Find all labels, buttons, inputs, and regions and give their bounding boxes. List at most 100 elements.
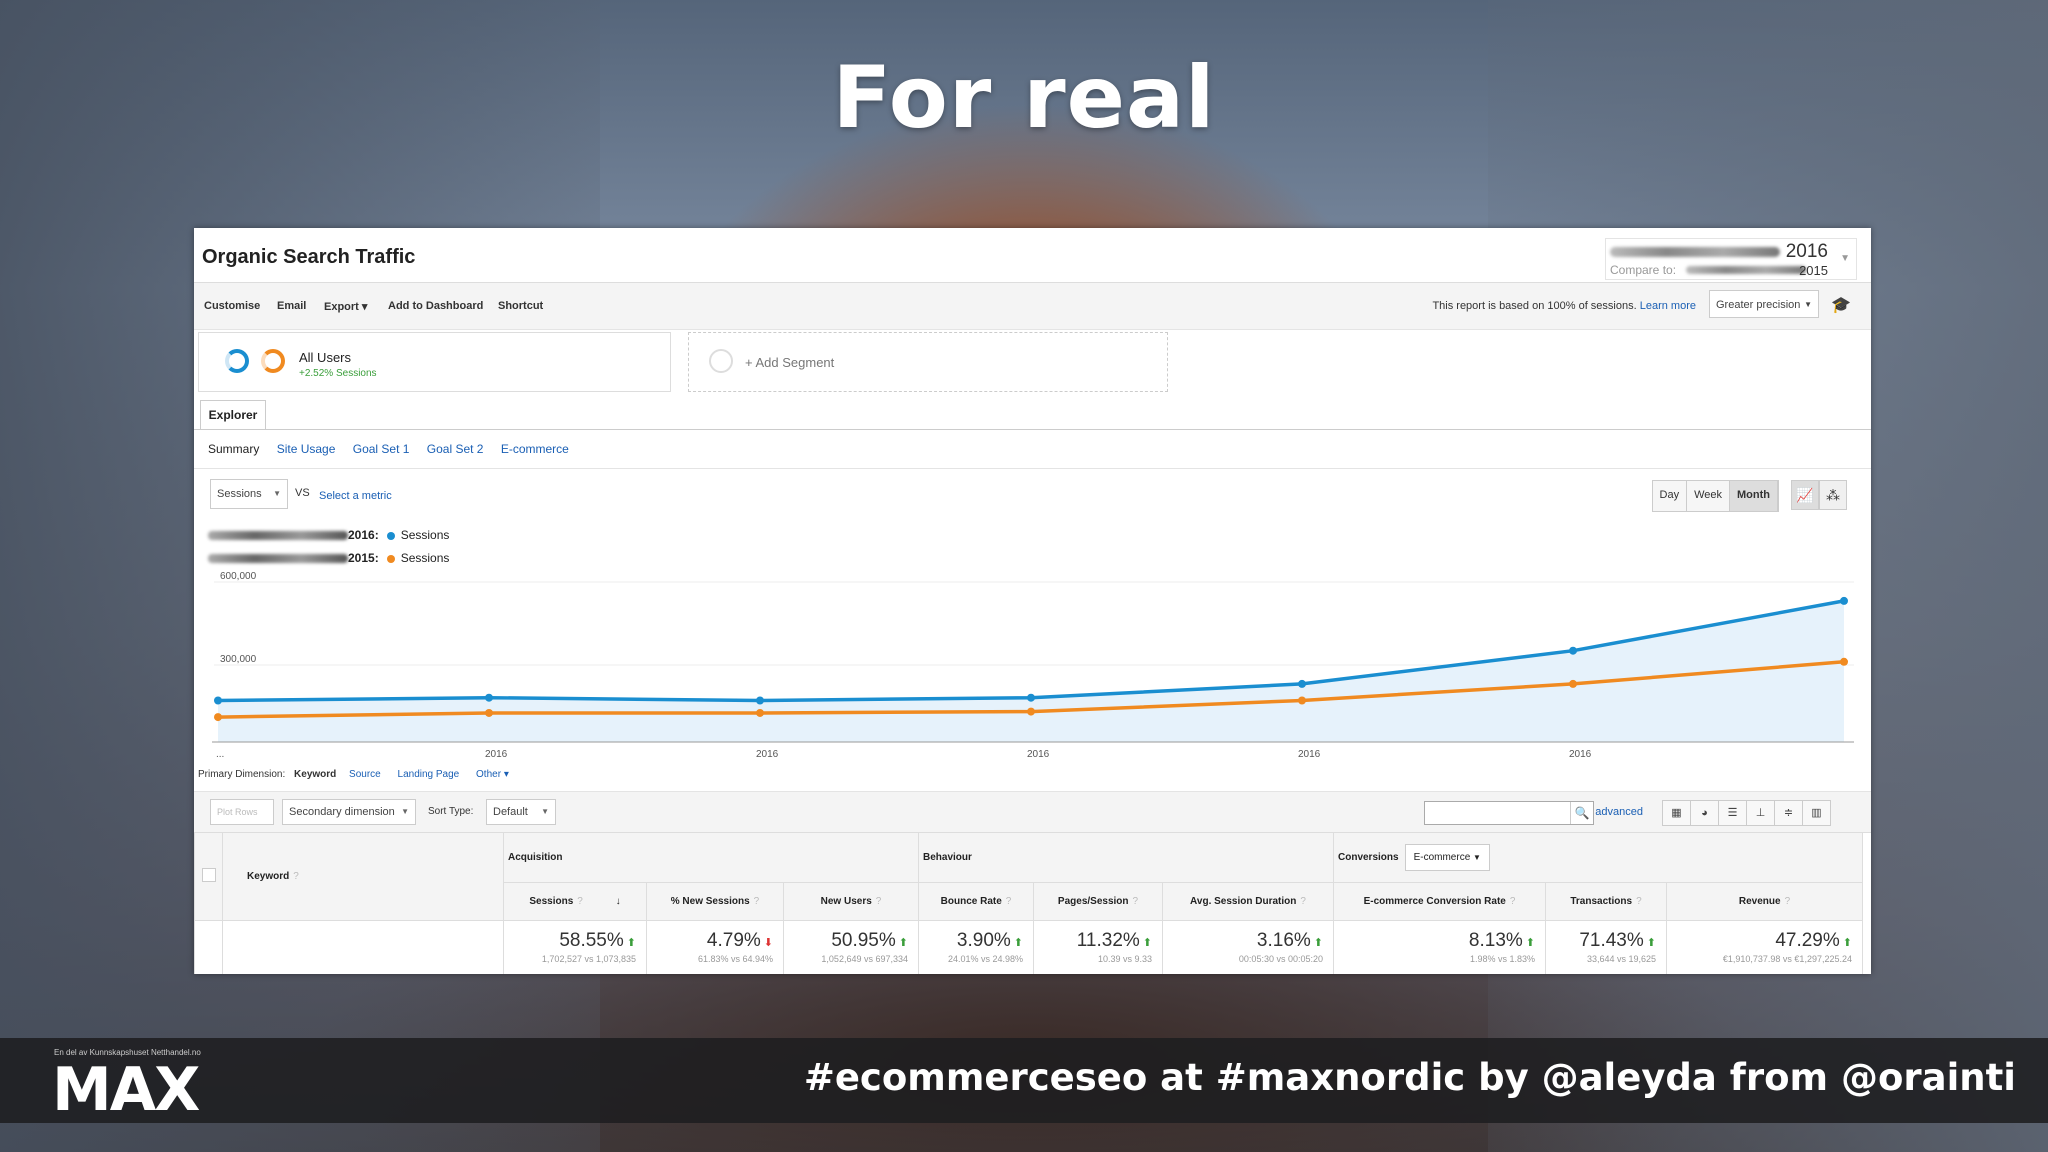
email-button[interactable]: Email (277, 300, 306, 312)
month-button[interactable]: Month (1730, 481, 1778, 511)
learn-more-link[interactable]: Learn more (1640, 300, 1696, 312)
table-search-input[interactable]: 🔍 (1424, 801, 1594, 825)
column-label: Bounce Rate (940, 896, 1002, 907)
plot-rows-button[interactable]: Plot Rows (210, 799, 274, 825)
help-icon[interactable]: ? (754, 896, 760, 907)
secondary-dimension-select[interactable]: Secondary dimension ▼ (282, 799, 416, 825)
search-icon[interactable]: 🔍 (1570, 802, 1593, 824)
comparison-view-icon[interactable]: ⊥ (1747, 801, 1775, 825)
metric-value: 8.13% (1468, 930, 1523, 951)
redacted-date (1610, 247, 1780, 257)
pie-view-icon[interactable]: ◕ (1691, 801, 1719, 825)
transactions-column-header[interactable]: Transactions? (1545, 882, 1667, 921)
legend-dot (386, 531, 395, 540)
help-icon[interactable]: ? (1006, 896, 1012, 907)
ecommerce-conversion-rate-column-header[interactable]: E-commerce Conversion Rate? (1333, 882, 1546, 921)
sessions-value: 58.55% ⬆ 1,702,527 vs 1,073,835 (503, 920, 647, 974)
subtab-goal-set-1[interactable]: Goal Set 1 (353, 442, 410, 456)
new-sessions-column-header[interactable]: % New Sessions? (646, 882, 784, 921)
help-icon[interactable]: ? (293, 871, 299, 882)
add-segment-label: + Add Segment (745, 355, 835, 370)
term-cloud-icon[interactable]: ≑ (1775, 801, 1803, 825)
help-icon[interactable]: ? (876, 896, 882, 907)
metric-detail: €1,910,737.98 vs €1,297,225.24 (1722, 954, 1852, 964)
x-tick-label: 2016 (756, 749, 779, 760)
help-icon[interactable]: ? (1785, 896, 1791, 907)
help-icon[interactable]: ? (577, 896, 583, 907)
sessions-column-header[interactable]: Sessions? ↓ (503, 882, 647, 921)
data-point (756, 708, 764, 717)
line-chart-icon[interactable]: 📈 (1791, 480, 1819, 510)
performance-view-icon[interactable]: ☰ (1719, 801, 1747, 825)
select-all-checkbox[interactable] (201, 868, 216, 882)
dimension-other[interactable]: Other ▾ (476, 769, 509, 780)
ecommerce-conversion-rate-value: 8.13% ⬆ 1.98% vs 1.83% (1333, 920, 1546, 974)
help-icon[interactable]: ? (1510, 896, 1516, 907)
legend-series: Sessions (400, 551, 450, 565)
metric-value: 58.55% (559, 930, 624, 951)
legend-series: Sessions (400, 528, 450, 542)
date-range-picker[interactable]: 2016 Compare to: 2015 ▼ (1605, 238, 1857, 280)
subtab-goal-set-2[interactable]: Goal Set 2 (427, 442, 484, 456)
empty-ring-icon (709, 349, 733, 373)
sampling-note-text: This report is based on 100% of sessions… (1432, 300, 1637, 312)
primary-dimension-label: Primary Dimension: (198, 769, 286, 780)
help-icon[interactable]: ? (1636, 896, 1642, 907)
avg-session-duration-column-header[interactable]: Avg. Session Duration? (1162, 882, 1334, 921)
column-label: % New Sessions (670, 896, 750, 907)
help-icon[interactable]: ? (1133, 896, 1139, 907)
customise-button[interactable]: Customise (204, 300, 260, 312)
explorer-subtabs: Summary Site Usage Goal Set 1 Goal Set 2… (208, 442, 583, 456)
trend-up-icon: ⬆ (626, 937, 636, 949)
metric-detail: 61.83% vs 64.94% (697, 954, 773, 964)
subtab-summary[interactable]: Summary (208, 442, 259, 456)
segment-all-users[interactable]: All Users +2.52% Sessions (198, 332, 671, 392)
tab-explorer[interactable]: Explorer (200, 400, 266, 429)
y-tick-label: 300,000 (220, 654, 257, 665)
primary-dimension-bar: Primary Dimension: Keyword Source Landin… (198, 769, 523, 780)
report-title: Organic Search Traffic (202, 246, 416, 268)
sort-arrow-icon[interactable]: ↓ (616, 896, 621, 907)
metric-select[interactable]: Sessions ▼ (210, 479, 288, 509)
new-users-column-header[interactable]: New Users? (783, 882, 919, 921)
subtab-ecommerce[interactable]: E-commerce (501, 442, 569, 456)
metric-detail: 00:05:30 vs 00:05:20 (1238, 954, 1323, 964)
dimension-keyword[interactable]: Keyword (294, 769, 336, 780)
graduation-cap-icon[interactable]: 🎓 (1831, 295, 1851, 315)
export-button[interactable]: Export ▾ (324, 300, 367, 313)
advanced-filter-link[interactable]: advanced (1595, 806, 1643, 818)
shortcut-button[interactable]: Shortcut (498, 300, 543, 312)
legend-item-2016: 2016: Sessions (208, 528, 449, 542)
bounce-rate-column-header[interactable]: Bounce Rate? (918, 882, 1034, 921)
subtab-site-usage[interactable]: Site Usage (277, 442, 336, 456)
pages-session-column-header[interactable]: Pages/Session? (1033, 882, 1163, 921)
select-metric-link[interactable]: Select a metric (319, 490, 392, 502)
sort-type-select[interactable]: Default ▼ (486, 799, 556, 825)
add-to-dashboard-button[interactable]: Add to Dashboard (388, 300, 483, 312)
week-button[interactable]: Week (1687, 481, 1731, 511)
sort-type-label: Sort Type: (428, 806, 474, 817)
vs-label: VS (295, 487, 310, 499)
add-segment-button[interactable]: + Add Segment (688, 332, 1168, 392)
day-button[interactable]: Day (1653, 481, 1688, 511)
help-icon[interactable]: ? (1300, 896, 1306, 907)
pivot-view-icon[interactable]: ▥ (1803, 801, 1830, 825)
data-point (214, 713, 222, 722)
table-view-icon[interactable]: ▦ (1663, 801, 1691, 825)
motion-chart-icon[interactable]: ⁂ (1819, 480, 1847, 510)
keyword-column-header[interactable]: Keyword? (222, 832, 504, 921)
sessions-line-chart: 600,000 300,000... 2016 2016 2016 2016 2016 (212, 571, 1854, 760)
dimension-source[interactable]: Source (349, 769, 381, 780)
x-tick-label: 2016 (1027, 749, 1050, 760)
report-header: Organic Search Traffic 2016 Compare to: … (194, 228, 1871, 283)
table-controls: Plot Rows Secondary dimension ▼ Sort Type… (194, 791, 1871, 833)
precision-select[interactable]: Greater precision ▼ (1709, 290, 1819, 318)
slide-tagline: #ecommerceseo at #maxnordic by @aleyda f… (803, 1056, 2016, 1099)
table-view-switcher: ▦ ◕ ☰ ⊥ ≑ ▥ (1662, 800, 1831, 826)
revenue-column-header[interactable]: Revenue? (1666, 882, 1863, 921)
conversions-select[interactable]: E-commerce ▼ (1404, 844, 1490, 871)
metric-detail: 1,052,649 vs 697,334 (821, 954, 908, 964)
redacted-compare-date (1686, 266, 1806, 274)
y-tick-label: 600,000 (220, 571, 257, 582)
dimension-landing-page[interactable]: Landing Page (398, 769, 460, 780)
